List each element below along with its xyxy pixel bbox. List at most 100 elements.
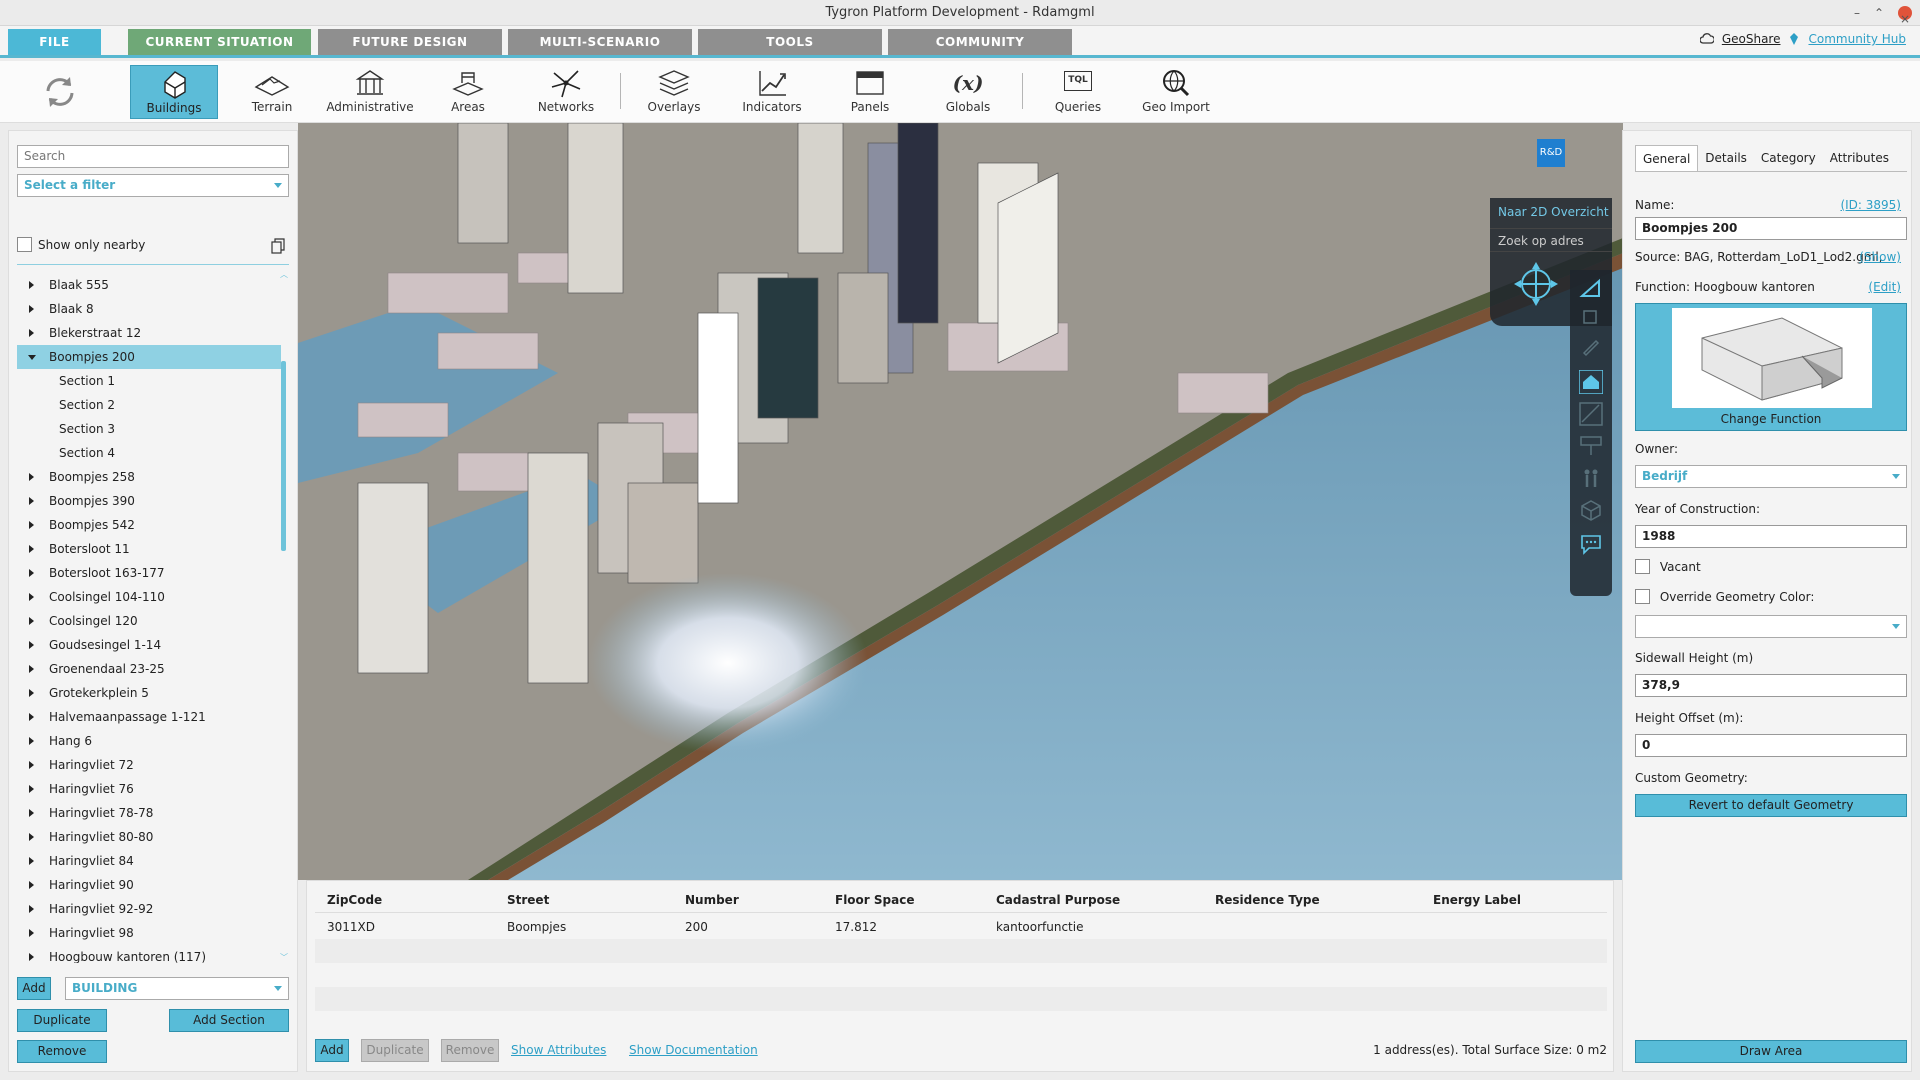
show-source-link[interactable]: (Show) — [1859, 250, 1901, 264]
tool-queries[interactable]: TQL Queries — [1034, 65, 1122, 119]
people-icon[interactable] — [1579, 466, 1603, 490]
name-field[interactable]: Boompjes 200 — [1635, 217, 1907, 240]
tree-item[interactable]: Boompjes 542 — [17, 513, 281, 537]
sidewall-height-field[interactable]: 378,9 — [1635, 674, 1907, 697]
measure-icon[interactable] — [1579, 276, 1603, 300]
show-nearby-checkbox[interactable]: Show only nearby — [17, 237, 145, 252]
terrain-view-icon[interactable] — [1579, 402, 1603, 426]
column-header[interactable]: Energy Label — [1433, 893, 1521, 907]
tab-community[interactable]: COMMUNITY — [888, 29, 1072, 55]
geometry-color-select[interactable] — [1635, 615, 1907, 638]
column-header[interactable]: ZipCode — [327, 893, 382, 907]
expand-right-icon[interactable] — [29, 929, 34, 937]
tool-administrative[interactable]: Administrative — [326, 65, 414, 119]
tab-details[interactable]: Details — [1698, 145, 1754, 171]
tab-tools[interactable]: TOOLS — [698, 29, 882, 55]
rnd-badge[interactable]: R&D — [1537, 139, 1565, 167]
tool-geo-import[interactable]: Geo Import — [1132, 65, 1220, 119]
search-input[interactable]: Search — [17, 145, 289, 168]
tree-item[interactable]: Haringvliet 78-78 — [17, 801, 281, 825]
remove-button[interactable]: Remove — [17, 1040, 107, 1063]
tree-item-section[interactable]: Section 4 — [17, 441, 281, 465]
tree-item[interactable]: Blekerstraat 12 — [17, 321, 281, 345]
tree-item[interactable]: Coolsingel 104-110 — [17, 585, 281, 609]
column-header[interactable]: Number — [685, 893, 739, 907]
tool-globals[interactable]: (x) Globals — [924, 65, 1012, 119]
expand-right-icon[interactable] — [29, 641, 34, 649]
tree-item[interactable]: Grotekerkplein 5 — [17, 681, 281, 705]
expand-down-icon[interactable] — [28, 355, 36, 360]
naar-2d-overzicht-link[interactable]: Naar 2D Overzicht — [1498, 205, 1609, 219]
minimize-icon[interactable]: – — [1854, 0, 1860, 26]
tab-future-design[interactable]: FUTURE DESIGN — [318, 29, 502, 55]
tree-item[interactable]: Haringvliet 84 — [17, 849, 281, 873]
height-offset-field[interactable]: 0 — [1635, 734, 1907, 757]
tab-current-situation[interactable]: CURRENT SITUATION — [128, 29, 311, 55]
column-header[interactable]: Residence Type — [1215, 893, 1320, 907]
tab-general[interactable]: General — [1635, 145, 1699, 171]
add-section-button[interactable]: Add Section — [169, 1009, 289, 1032]
address-search-input[interactable]: Zoek op adres — [1490, 228, 1612, 252]
tree-item[interactable]: Goudsesingel 1-14 — [17, 633, 281, 657]
expand-right-icon[interactable] — [29, 953, 34, 961]
add-address-button[interactable]: Add — [315, 1039, 349, 1062]
expand-right-icon[interactable] — [29, 881, 34, 889]
column-header[interactable]: Floor Space — [835, 893, 914, 907]
tree-item[interactable]: Hang 6 — [17, 729, 281, 753]
tool-indicators[interactable]: Indicators — [728, 65, 816, 119]
scrollbar-thumb[interactable] — [281, 361, 286, 551]
expand-right-icon[interactable] — [29, 905, 34, 913]
duplicate-button[interactable]: Duplicate — [17, 1009, 107, 1032]
expand-right-icon[interactable] — [29, 665, 34, 673]
expand-right-icon[interactable] — [29, 569, 34, 577]
override-color-checkbox[interactable]: Override Geometry Color: — [1635, 589, 1814, 604]
tree-item[interactable]: Blaak 8 — [17, 297, 281, 321]
chat-icon[interactable] — [1579, 532, 1603, 556]
show-attributes-link[interactable]: Show Attributes — [511, 1043, 606, 1057]
tree-item[interactable]: Boompjes 390 — [17, 489, 281, 513]
tree-item[interactable]: Haringvliet 90 — [17, 873, 281, 897]
tree-item[interactable]: Boompjes 200 — [17, 345, 281, 369]
tree-item[interactable]: Botersloot 163-177 — [17, 561, 281, 585]
id-link[interactable]: (ID: 3895) — [1840, 198, 1901, 212]
change-function-button[interactable]: Change Function — [1635, 303, 1907, 431]
column-header[interactable]: Street — [507, 893, 549, 907]
home-icon[interactable] — [1579, 370, 1603, 394]
tab-multi-scenario[interactable]: MULTI-SCENARIO — [508, 29, 692, 55]
tree-item[interactable]: Boompjes 258 — [17, 465, 281, 489]
geoshare-link[interactable]: GeoShare — [1722, 32, 1781, 46]
expand-right-icon[interactable] — [29, 329, 34, 337]
vacant-checkbox[interactable]: Vacant — [1635, 559, 1701, 574]
tree-item[interactable]: Haringvliet 72 — [17, 753, 281, 777]
tree-item[interactable]: Groenendaal 23-25 — [17, 657, 281, 681]
pencil-icon[interactable] — [1579, 334, 1603, 358]
expand-right-icon[interactable] — [29, 785, 34, 793]
expand-right-icon[interactable] — [29, 497, 34, 505]
expand-right-icon[interactable] — [29, 713, 34, 721]
3d-viewport[interactable] — [298, 123, 1623, 880]
tree-item[interactable]: Haringvliet 92-92 — [17, 897, 281, 921]
revert-geometry-button[interactable]: Revert to default Geometry — [1635, 794, 1907, 817]
duplicate-address-button[interactable]: Duplicate — [361, 1039, 429, 1062]
checkbox-box[interactable] — [17, 237, 32, 252]
year-field[interactable]: 1988 — [1635, 525, 1907, 548]
tab-file[interactable]: FILE — [8, 29, 101, 55]
checkbox-box[interactable] — [1635, 559, 1650, 574]
owner-select[interactable]: Bedrijf — [1635, 465, 1907, 488]
expand-right-icon[interactable] — [29, 473, 34, 481]
expand-right-icon[interactable] — [29, 305, 34, 313]
close-icon[interactable]: × — [1898, 6, 1912, 26]
building-type-select[interactable]: BUILDING — [65, 977, 289, 1000]
expand-right-icon[interactable] — [29, 545, 34, 553]
tree-item-section[interactable]: Section 2 — [17, 393, 281, 417]
duplicate-view-icon[interactable] — [1579, 306, 1603, 330]
community-hub-link[interactable]: Community Hub — [1808, 32, 1906, 46]
tree-item[interactable]: Haringvliet 80-80 — [17, 825, 281, 849]
show-documentation-link[interactable]: Show Documentation — [629, 1043, 758, 1057]
tab-category[interactable]: Category — [1754, 145, 1823, 171]
tree-scrollbar[interactable]: ︿ ﹀ — [280, 270, 288, 963]
tool-terrain[interactable]: Terrain — [228, 65, 316, 119]
expand-right-icon[interactable] — [29, 809, 34, 817]
expand-right-icon[interactable] — [29, 833, 34, 841]
expand-right-icon[interactable] — [29, 857, 34, 865]
